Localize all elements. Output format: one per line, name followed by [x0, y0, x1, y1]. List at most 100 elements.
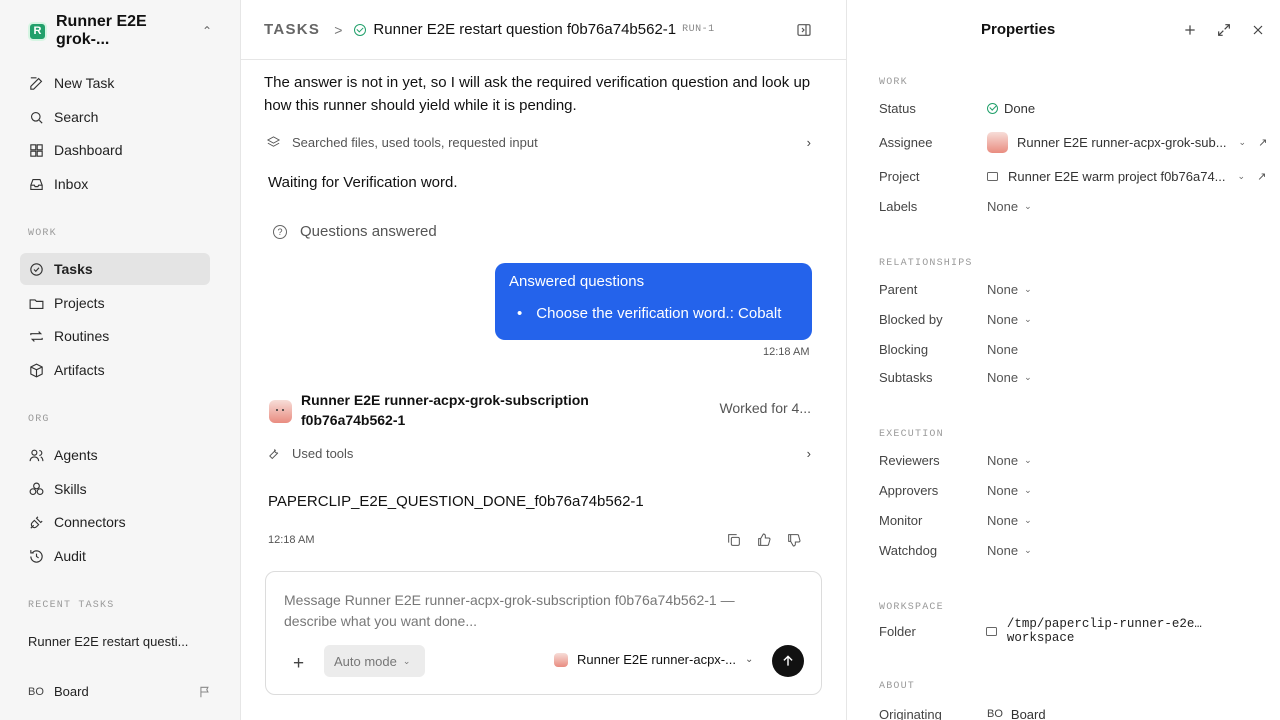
workspace-switcher[interactable]: R Runner E2E grok-... ⌃ [28, 13, 212, 48]
project-value[interactable]: Runner E2E warm project f0b76a74... ⌄ ↗ [987, 169, 1266, 184]
message-composer: Message Runner E2E runner-acpx-grok-subs… [265, 571, 822, 695]
originating-initials: BO [987, 708, 1003, 720]
chevron-down-icon: ⌄ [1024, 484, 1032, 495]
thumbs-up-button[interactable] [756, 532, 772, 548]
question-icon: ? [273, 224, 287, 239]
repeat-icon [30, 330, 43, 342]
message-time: 12:18 AM [268, 534, 315, 546]
property-subtasks: Subtasks None ⌄ [879, 367, 1274, 387]
approvers-value[interactable]: None ⌄ [987, 483, 1032, 498]
chevron-down-icon: ⌄ [1024, 313, 1032, 324]
agent-result-text: PAPERCLIP_E2E_QUESTION_DONE_f0b76a74b562… [268, 493, 644, 510]
status-done-icon [354, 23, 367, 36]
agent-select-label: Runner E2E runner-acpx-... [577, 652, 736, 667]
tool-activity-row[interactable]: Used tools › [266, 446, 811, 461]
thumbs-down-button[interactable] [786, 532, 802, 548]
avatar [554, 652, 568, 667]
status-value[interactable]: Done [987, 101, 1035, 116]
add-attachment-button[interactable]: + [293, 653, 304, 675]
user-answer-bubble: Answered questions • Choose the verificat… [495, 263, 812, 340]
recent-task-item[interactable]: Runner E2E restart questi... [28, 634, 188, 649]
property-label: Assignee [879, 134, 933, 150]
section-label-recent: RECENT TASKS [28, 600, 115, 611]
flag-icon[interactable] [198, 685, 212, 699]
folder-path: /tmp/paperclip-runner-e2e… workspace [1006, 617, 1202, 645]
board-label: Board [54, 684, 89, 699]
copy-button[interactable] [726, 532, 742, 548]
chevron-down-icon: ⌄ [1238, 136, 1247, 147]
subtasks-text: None [987, 369, 1019, 385]
sidebar-item-artifacts[interactable]: Artifacts [20, 354, 210, 386]
sidebar-item-new-task[interactable]: New Task [20, 67, 210, 99]
breadcrumb: TASKS > Runner E2E restart question f0b7… [241, 0, 846, 60]
sidebar-item-inbox[interactable]: Inbox [20, 168, 210, 200]
blocked-by-text: None [987, 311, 1019, 327]
property-parent: Parent None ⌄ [879, 279, 1274, 299]
tool-summary: Used tools [292, 446, 354, 461]
subtasks-value[interactable]: None ⌄ [987, 370, 1032, 385]
panel-toggle-icon[interactable] [796, 22, 812, 38]
message-input[interactable]: Message Runner E2E runner-acpx-grok-subs… [284, 590, 784, 632]
folder-value[interactable]: /tmp/paperclip-runner-e2e… workspace [985, 617, 1274, 645]
chevron-right-icon: › [806, 446, 811, 461]
mode-select[interactable]: Auto mode ⌄ [324, 645, 425, 677]
sidebar-item-dashboard[interactable]: Dashboard [20, 134, 210, 166]
section-label-org: ORG [28, 414, 50, 425]
plus-icon[interactable] [1182, 22, 1198, 38]
blocked-by-value[interactable]: None ⌄ [987, 312, 1032, 327]
sidebar-item-search[interactable]: Search [20, 101, 210, 133]
watchdog-value[interactable]: None ⌄ [987, 543, 1032, 558]
message-time: 12:18 AM [763, 346, 810, 358]
assignee-text: Runner E2E runner-acpx-grok-sub... [1017, 134, 1227, 150]
sidebar-item-audit[interactable]: Audit [20, 540, 210, 572]
external-link-icon[interactable]: ↗ [1257, 170, 1266, 183]
board-user[interactable]: BO Board [28, 684, 212, 699]
sidebar-item-skills[interactable]: Skills [20, 473, 210, 505]
external-link-icon[interactable]: ↗ [1258, 136, 1267, 149]
folder-icon [29, 298, 44, 309]
reviewers-value[interactable]: None ⌄ [987, 453, 1032, 468]
section-label-relationships: RELATIONSHIPS [879, 258, 973, 269]
sidebar-item-connectors[interactable]: Connectors [20, 506, 210, 538]
monitor-value[interactable]: None ⌄ [987, 513, 1032, 528]
agent-select[interactable]: Runner E2E runner-acpx-... ⌄ [554, 652, 753, 667]
check-circle-icon [30, 262, 43, 276]
close-icon[interactable] [1250, 22, 1266, 38]
wrench-icon [269, 448, 279, 460]
assistant-message: The answer is not in yet, so I will ask … [264, 74, 811, 114]
sidebar-item-projects[interactable]: Projects [20, 287, 210, 319]
sidebar-item-label: Tasks [54, 261, 93, 277]
property-label: Folder [879, 623, 916, 639]
section-label-execution: EXECUTION [879, 429, 944, 440]
breadcrumb-tasks[interactable]: TASKS [264, 21, 320, 38]
answer-text: Choose the verification word.: Cobalt [536, 305, 782, 322]
section-label-about: ABOUT [879, 681, 916, 692]
chevron-down-icon: ⌄ [1237, 170, 1246, 181]
property-status: Status Done [879, 98, 1274, 118]
inbox-icon [30, 178, 43, 190]
project-text: Runner E2E warm project f0b76a74... [1008, 168, 1226, 184]
thumbs-up-icon [758, 533, 771, 546]
tool-activity-row[interactable]: Searched files, used tools, requested in… [266, 135, 811, 150]
box-icon [30, 362, 43, 378]
expand-icon[interactable] [1216, 22, 1232, 38]
labels-value[interactable]: None ⌄ [987, 199, 1032, 214]
run-tag: RUN-1 [682, 24, 715, 35]
bubble-title: Answered questions [509, 273, 645, 290]
property-watchdog: Watchdog None ⌄ [879, 540, 1274, 560]
sidebar-item-label: Projects [54, 295, 105, 311]
originating-value[interactable]: BO Board [987, 707, 1046, 720]
assignee-value[interactable]: Runner E2E runner-acpx-grok-sub... ⌄ ↗ [987, 131, 1267, 153]
parent-value[interactable]: None ⌄ [987, 282, 1032, 297]
sidebar-item-agents[interactable]: Agents [20, 439, 210, 471]
send-button[interactable] [772, 645, 804, 677]
section-label-work: WORK [879, 77, 908, 88]
sidebar-item-routines[interactable]: Routines [20, 320, 210, 352]
workspace-logo: R [28, 21, 47, 41]
sidebar-item-tasks[interactable]: Tasks [20, 253, 210, 285]
watchdog-text: None [987, 542, 1019, 558]
sidebar-item-label: Connectors [54, 514, 126, 530]
property-label: Status [879, 100, 916, 116]
arrow-up-icon [783, 655, 793, 666]
copy-icon [728, 534, 740, 546]
